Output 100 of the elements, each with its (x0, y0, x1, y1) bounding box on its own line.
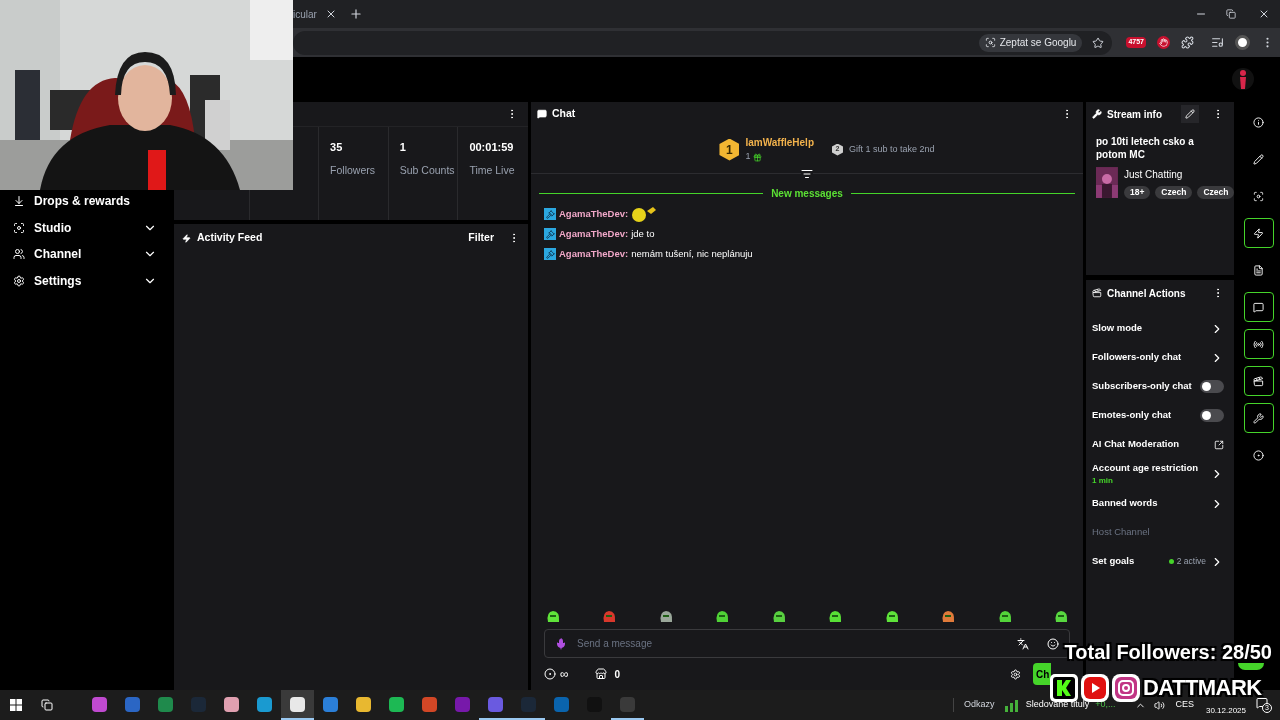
restore-icon[interactable] (1226, 9, 1236, 19)
external-link-icon (1214, 439, 1224, 450)
edit-icon[interactable] (1181, 105, 1199, 123)
chart-icon (1004, 698, 1021, 712)
action-label: Account age restriction (1092, 460, 1200, 475)
stat-value: 00:01:59 (469, 140, 515, 155)
rank-hint: Gift 1 sub to take 2nd (849, 142, 935, 156)
broadcast-icon[interactable] (1243, 329, 1274, 359)
puzzle-icon[interactable] (1181, 36, 1194, 49)
lightning-icon (182, 233, 191, 243)
windows-icon[interactable] (10, 699, 22, 711)
action-detail: 1 min (1092, 475, 1114, 488)
action-label: Subscribers-only chat (1092, 379, 1193, 394)
k-logo-icon (1050, 673, 1078, 702)
tag-chip[interactable]: Czech (1155, 186, 1193, 199)
chat-send-button[interactable]: Ch (1033, 663, 1051, 685)
focus-icon (13, 221, 25, 234)
sidebar-item[interactable]: Drops & rewards (0, 188, 171, 215)
gift-icon (753, 152, 763, 162)
stream-title: po 10ti letech csko a potom MC (1095, 135, 1195, 161)
emote-icon[interactable] (941, 610, 956, 623)
new-messages-divider: New messages (771, 187, 843, 201)
volume-icon[interactable] (1154, 699, 1166, 711)
stream-manager-icon (1092, 288, 1102, 298)
app-icon[interactable] (281, 690, 314, 720)
sidebar-item[interactable]: Studio (0, 214, 171, 241)
gift-count: 1 (745, 150, 751, 164)
toggle-switch[interactable] (1200, 409, 1224, 422)
sidebar-item[interactable]: Channel (0, 241, 171, 268)
chat-message: AgamaTheDev: (544, 207, 1070, 221)
panel-title: Channel Actions (1107, 286, 1187, 301)
emoji-icon[interactable] (1047, 637, 1059, 650)
language-indicator[interactable]: CES (1175, 698, 1194, 712)
chat-message: AgamaTheDev: nemám tušení, nic neplánuju (544, 247, 1070, 261)
ask-google-chip[interactable]: Zeptat se Googlu (978, 33, 1083, 52)
hand-icon[interactable] (1157, 36, 1170, 49)
emote-icon[interactable] (546, 610, 560, 623)
leader-name[interactable]: IamWaffleHelp (745, 135, 814, 151)
emote-icon[interactable] (828, 610, 843, 623)
avatar[interactable] (1232, 66, 1254, 91)
stat-label: Followers (330, 163, 377, 177)
settings-icon (13, 274, 25, 287)
store-count: 0 (614, 667, 621, 682)
stream-manager-icon[interactable] (1243, 366, 1274, 396)
moderator-badge-icon (544, 228, 556, 240)
address-bar[interactable]: Zeptat se Googlu (293, 30, 1113, 55)
rank-badge: 1 (719, 138, 740, 161)
points-icon[interactable] (544, 668, 556, 680)
emote-icon[interactable] (1053, 610, 1068, 623)
tab-title[interactable]: icular (293, 6, 321, 22)
close-icon[interactable] (1258, 8, 1270, 20)
emote-icon[interactable] (715, 610, 730, 623)
tag-chip[interactable]: 18+ (1123, 186, 1151, 199)
task-view-icon[interactable] (41, 699, 53, 711)
chat-icon[interactable] (1243, 292, 1274, 322)
filter-button[interactable]: Filter (468, 230, 494, 246)
tag-chip[interactable]: Czech (1197, 186, 1234, 199)
stat-value: 1 (399, 140, 407, 155)
action-label: Slow mode (1092, 321, 1144, 336)
store-icon[interactable] (594, 668, 607, 680)
profile-avatar[interactable] (1235, 35, 1250, 50)
emote-icon[interactable] (884, 610, 899, 623)
settings-icon[interactable] (1010, 668, 1021, 680)
wrench-icon (1092, 109, 1102, 119)
bookmark-star-icon[interactable] (1092, 36, 1105, 49)
action-label: Followers-only chat (1092, 350, 1183, 365)
panel-title: Stream info (1107, 107, 1163, 122)
message-field[interactable]: Send a message (577, 636, 1007, 651)
stat-value: 35 (330, 140, 344, 155)
chat-icon (537, 109, 547, 119)
moderator-badge-icon (544, 208, 556, 220)
category-name[interactable]: Just Chatting (1123, 167, 1234, 182)
new-tab-icon[interactable] (349, 7, 363, 21)
goal-status: 2 active (1176, 555, 1206, 568)
close-icon[interactable] (325, 8, 337, 20)
lightning-icon[interactable] (1243, 218, 1274, 248)
emote-icon[interactable] (997, 610, 1012, 623)
media-icon[interactable] (1211, 36, 1224, 49)
chat-message: AgamaTheDev: jde to (544, 227, 1070, 241)
action-label: Banned words (1092, 496, 1159, 511)
emote-icon[interactable] (658, 610, 673, 623)
toggle-switch[interactable] (1200, 380, 1224, 393)
emote-icon[interactable] (771, 610, 786, 623)
users-icon (13, 248, 25, 261)
widget-title[interactable]: Sledované tituly (1025, 698, 1090, 712)
translate-icon[interactable] (1017, 637, 1029, 650)
action-label: Host Channel (1092, 525, 1151, 540)
wrench-icon[interactable] (1243, 403, 1274, 433)
links-toolbar[interactable]: Odkazy (953, 698, 995, 712)
clock-date[interactable]: 30.12.2025 (1205, 705, 1246, 717)
action-label: Emotes-only chat (1092, 408, 1173, 423)
widget-change: +0,... (1095, 698, 1116, 712)
action-label: Set goals (1092, 554, 1136, 569)
action-label: AI Chat Moderation (1092, 437, 1181, 452)
sidebar-item[interactable]: Settings (0, 267, 171, 294)
moderator-badge-icon (544, 248, 556, 260)
emote-icon (631, 206, 658, 222)
lens-icon (984, 37, 996, 48)
points-value: ∞ (560, 666, 569, 683)
microphone-icon[interactable] (555, 637, 567, 650)
